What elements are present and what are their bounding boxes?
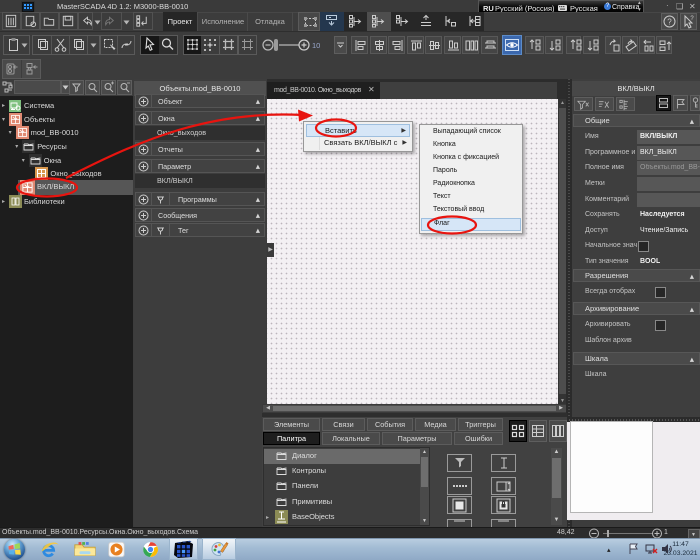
svg-text:?: ? <box>667 18 672 27</box>
svg-text:?: ? <box>690 16 694 22</box>
